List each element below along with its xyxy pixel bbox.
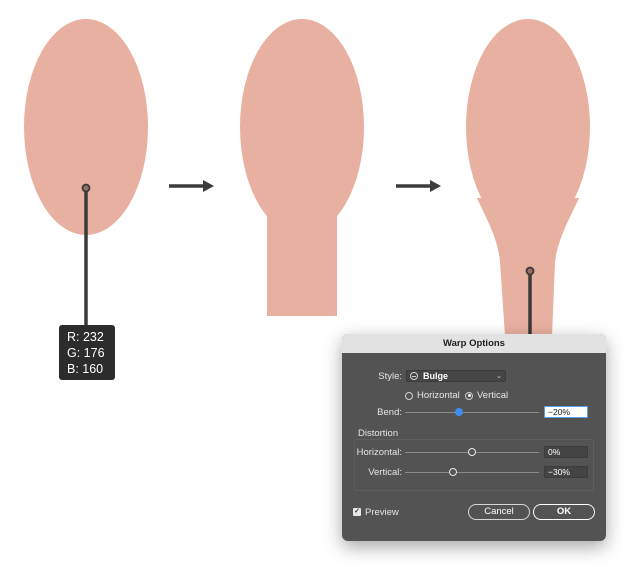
blue-value: B: 160 [67,362,104,376]
green-value: G: 176 [67,346,105,360]
dialog-title: Warp Options [342,334,606,353]
warped-spoon-shape [466,19,590,336]
radio-vertical-icon[interactable] [465,391,473,400]
preview-checkbox[interactable]: ✓ [353,508,361,516]
distortion-horizontal-label: Horizontal: [356,447,402,458]
preview-label: Preview [365,507,399,518]
distortion-vertical-field[interactable]: −30% [544,466,588,478]
style-value: Bulge [423,371,449,381]
color-readout-tooltip: R: 232 G: 176 B: 160 [59,325,115,380]
ok-button[interactable]: OK [533,504,595,520]
bulge-style-icon [410,372,418,380]
bend-value-field[interactable]: −20% [544,406,588,418]
arrow-right-icon [169,180,214,192]
eyedropper-point [81,183,91,193]
chevron-down-icon: ⌄ [496,373,502,380]
red-value: R: 232 [67,330,104,344]
distortion-vertical-label: Vertical: [368,467,402,478]
distortion-horizontal-handle[interactable] [468,448,476,456]
bend-slider-handle[interactable] [455,408,463,416]
style-dropdown[interactable]: Bulge ⌄ [406,370,506,382]
warp-options-dialog: Warp Options Style: Bulge ⌄ Horizontal V… [342,334,606,541]
bend-label: Bend: [377,407,402,418]
arrow-right-icon [396,180,441,192]
radio-horizontal-icon[interactable] [405,391,413,400]
radio-vertical-label: Vertical [477,390,509,401]
distortion-vertical-handle[interactable] [449,468,457,476]
cancel-button[interactable]: Cancel [468,504,530,520]
distortion-vertical-track[interactable] [405,472,539,473]
distortion-label: Distortion [358,428,399,439]
radio-horizontal[interactable]: Horizontal [405,390,460,401]
radio-vertical[interactable]: Vertical [465,390,508,401]
style-label: Style: [378,371,402,382]
bend-slider-track[interactable] [405,412,539,413]
callout-point [525,266,535,276]
distortion-horizontal-field[interactable]: 0% [544,446,588,458]
radio-horizontal-label: Horizontal [417,390,460,401]
oval-with-stem-shape [240,19,364,316]
